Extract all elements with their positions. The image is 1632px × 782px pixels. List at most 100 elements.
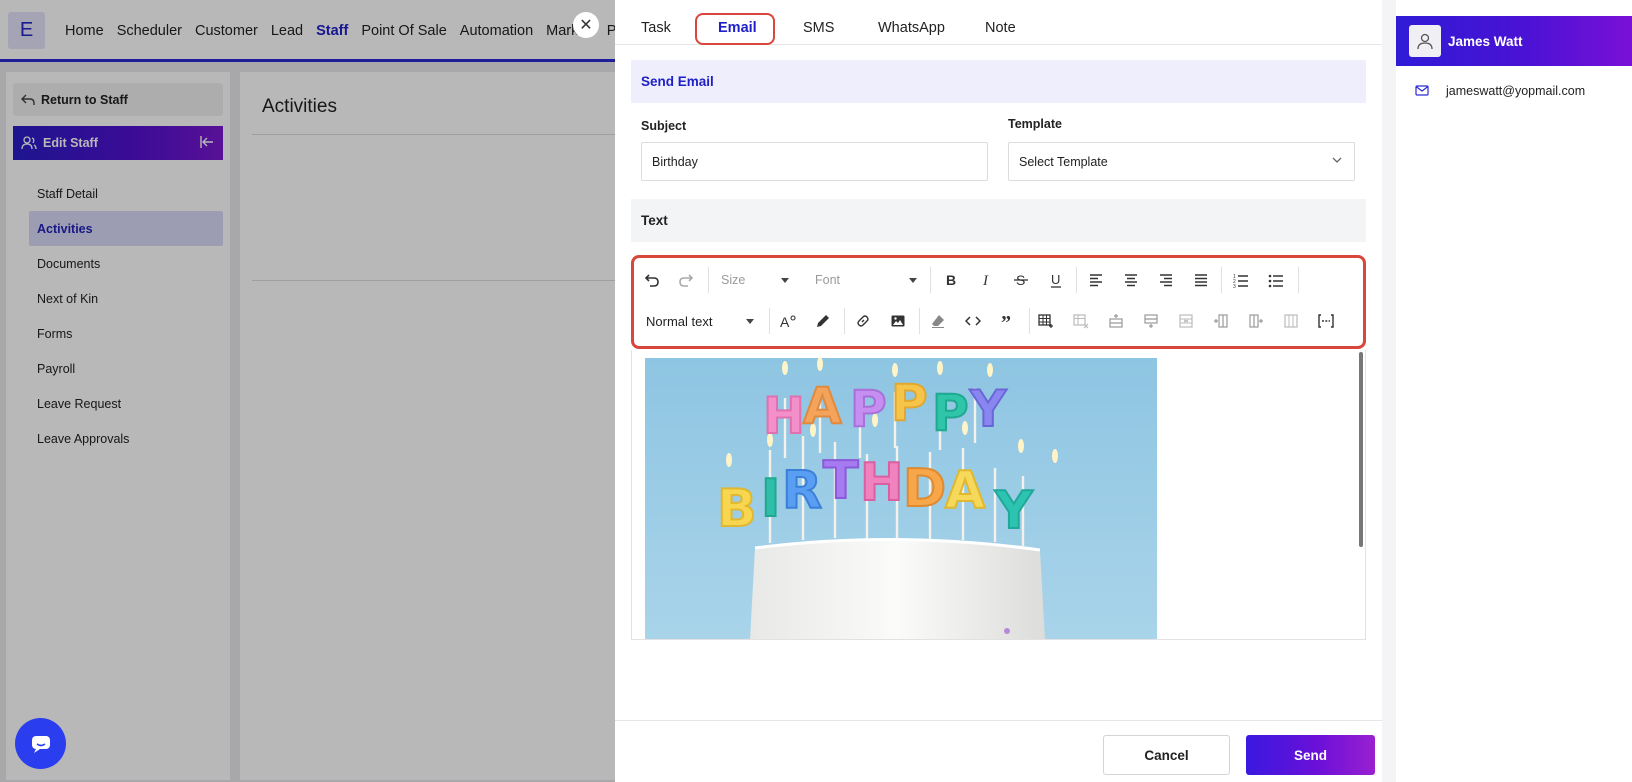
activity-tabs: Task Email SMS WhatsApp Note (615, 0, 1382, 45)
undo-icon[interactable] (639, 267, 665, 293)
block-format-value: Normal text (646, 313, 713, 329)
svg-text:B: B (946, 272, 956, 288)
insert-column-left-icon[interactable] (1208, 308, 1234, 334)
link-icon[interactable] (850, 308, 876, 334)
tab-note[interactable]: Note (985, 20, 1016, 36)
cancel-button[interactable]: Cancel (1103, 735, 1230, 775)
toolbar-divider (930, 267, 931, 293)
svg-text:I: I (761, 469, 780, 529)
tab-sms[interactable]: SMS (803, 20, 834, 36)
caret-down-icon (781, 278, 789, 283)
toolbar-row-1: Size Font B I S U 123 (634, 267, 1363, 299)
drawer-footer: Cancel Send (615, 720, 1382, 782)
svg-text:Y: Y (994, 481, 1034, 541)
svg-text:P: P (891, 374, 928, 432)
send-button[interactable]: Send (1246, 735, 1375, 775)
underline-icon[interactable]: U (1043, 267, 1069, 293)
birthday-cake-illustration: H A P P P Y B I R T H D A Y (645, 358, 1157, 639)
toolbar-divider (1076, 267, 1077, 293)
toolbar-row-2: Normal text A ” (634, 308, 1363, 340)
tab-task[interactable]: Task (641, 20, 671, 36)
template-select-value: Select Template (1019, 154, 1108, 169)
italic-icon[interactable]: I (973, 267, 999, 293)
mail-icon (1415, 85, 1429, 96)
svg-text:P: P (932, 384, 969, 442)
align-left-icon[interactable] (1083, 267, 1109, 293)
redo-icon[interactable] (673, 267, 699, 293)
text-color-icon[interactable]: A (775, 308, 801, 334)
chat-icon (31, 735, 50, 753)
block-format-select[interactable]: Normal text (646, 308, 754, 334)
toolbar-divider (1221, 267, 1222, 293)
caret-down-icon (909, 278, 917, 283)
code-icon[interactable] (960, 308, 986, 334)
svg-text:”: ” (1001, 313, 1011, 329)
tab-email[interactable]: Email (718, 20, 757, 36)
contact-email[interactable]: jameswatt@yopmail.com (1446, 84, 1585, 98)
svg-text:Y: Y (969, 380, 1007, 438)
contact-panel: James Watt jameswatt@yopmail.com (1382, 0, 1632, 782)
svg-text:D: D (903, 459, 946, 519)
activity-drawer: Task Email SMS WhatsApp Note Send Email … (615, 0, 1632, 782)
font-family-placeholder: Font (815, 273, 841, 287)
subject-label: Subject (641, 119, 687, 133)
delete-column-icon[interactable] (1278, 308, 1304, 334)
caret-down-icon (746, 319, 754, 324)
insert-table-icon[interactable] (1033, 308, 1059, 334)
svg-text:H: H (763, 387, 805, 445)
ordered-list-icon[interactable]: 123 (1228, 267, 1254, 293)
align-right-icon[interactable] (1153, 267, 1179, 293)
modal-backdrop[interactable] (0, 0, 615, 782)
toolbar-divider (1029, 308, 1030, 334)
align-justify-icon[interactable] (1188, 267, 1214, 293)
chevron-down-icon (1332, 157, 1342, 163)
toolbar-divider (708, 267, 709, 293)
highlight-pen-icon[interactable] (810, 308, 836, 334)
delete-row-icon[interactable] (1173, 308, 1199, 334)
tab-whatsapp[interactable]: WhatsApp (878, 20, 945, 36)
template-select[interactable]: Select Template (1008, 142, 1355, 181)
text-section-header: Text (631, 199, 1366, 242)
svg-text:I: I (982, 273, 989, 288)
editor-scrollbar[interactable] (1359, 352, 1363, 547)
close-drawer-button[interactable]: ✕ (573, 12, 599, 38)
template-label: Template (1008, 117, 1062, 131)
eraser-icon[interactable] (925, 308, 951, 334)
image-icon[interactable] (885, 308, 911, 334)
font-family-select[interactable]: Font (815, 267, 917, 293)
toolbar-divider (769, 308, 770, 334)
contact-name: James Watt (1448, 33, 1523, 49)
svg-text:3: 3 (1233, 284, 1236, 288)
insert-row-above-icon[interactable] (1103, 308, 1129, 334)
quote-icon[interactable]: ” (995, 308, 1021, 334)
user-icon (1417, 33, 1433, 50)
insert-column-right-icon[interactable] (1243, 308, 1269, 334)
svg-text:A: A (780, 314, 790, 329)
font-size-placeholder: Size (721, 273, 746, 287)
email-body-editor[interactable]: H A P P P Y B I R T H D A Y (631, 350, 1366, 640)
subject-input[interactable]: Birthday (641, 142, 988, 181)
align-center-icon[interactable] (1118, 267, 1144, 293)
svg-text:R: R (782, 461, 822, 521)
delete-table-icon[interactable] (1068, 308, 1094, 334)
svg-text:P: P (850, 380, 887, 438)
bold-icon[interactable]: B (938, 267, 964, 293)
horizontal-rule-icon[interactable] (1313, 308, 1339, 334)
strikethrough-icon[interactable]: S (1008, 267, 1034, 293)
toolbar-divider (844, 308, 845, 334)
svg-text:U: U (1051, 272, 1060, 287)
avatar (1409, 25, 1441, 57)
toolbar-divider (919, 308, 920, 334)
svg-text:T: T (823, 451, 859, 511)
insert-row-below-icon[interactable] (1138, 308, 1164, 334)
contact-header: James Watt (1396, 16, 1632, 66)
send-email-header: Send Email (631, 60, 1366, 103)
bullet-list-icon[interactable] (1263, 267, 1289, 293)
svg-text:A: A (945, 461, 985, 521)
font-size-select[interactable]: Size (721, 267, 789, 293)
chat-support-button[interactable] (15, 718, 66, 769)
birthday-cake-image[interactable]: H A P P P Y B I R T H D A Y (645, 358, 1157, 639)
svg-text:H: H (860, 453, 904, 513)
close-icon: ✕ (579, 17, 593, 34)
svg-text:B: B (717, 479, 757, 539)
